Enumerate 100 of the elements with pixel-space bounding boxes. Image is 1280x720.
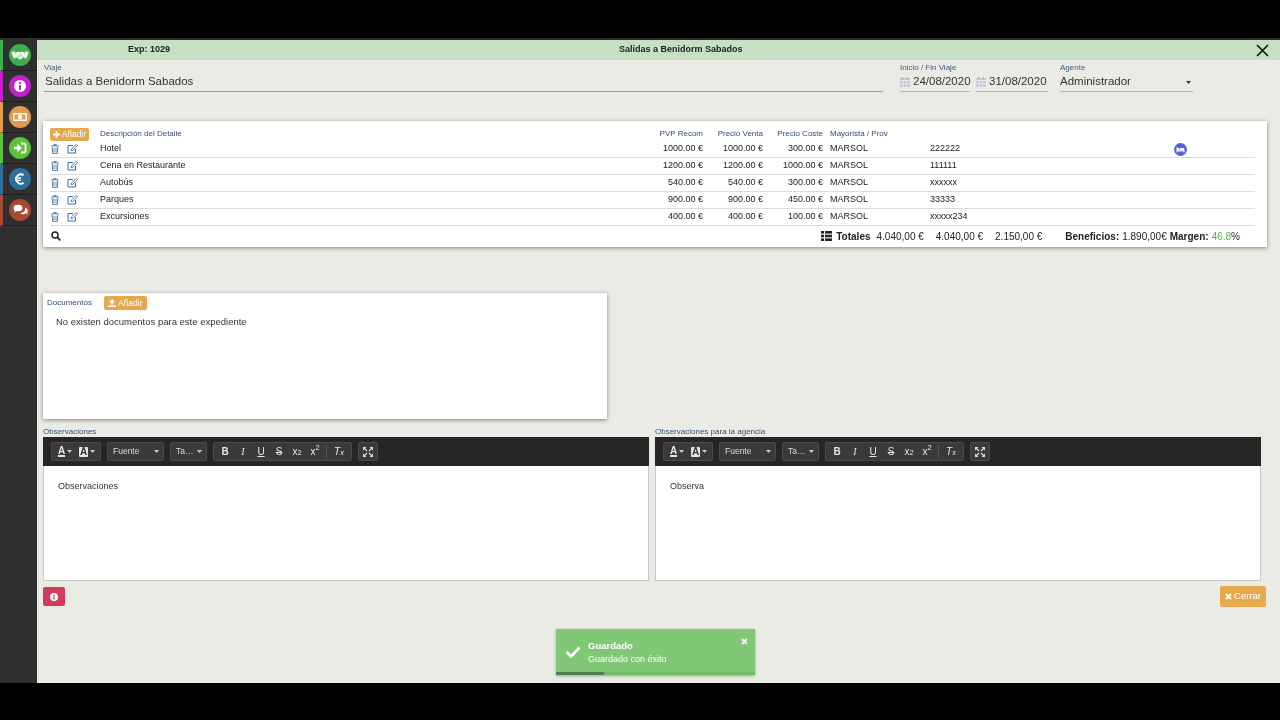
table-cell-text: xxxxx234: [930, 210, 969, 224]
close-icon[interactable]: [1256, 43, 1269, 57]
table-cell-text: 300.00 €: [786, 142, 823, 156]
editor-label: Observaciones: [43, 426, 98, 437]
superscript-button[interactable]: x$^{2}$: [918, 443, 936, 460]
subscript-button[interactable]: x$_{2}$: [288, 443, 306, 460]
table-cell-text: xxxxxx: [930, 176, 958, 190]
table-cell-text: 540.00 €: [726, 176, 763, 190]
table-cell-text: 300.00 €: [786, 176, 823, 190]
caret-icon: [766, 450, 771, 453]
superscript-button[interactable]: x$^{2}$: [306, 443, 324, 460]
edit-icon[interactable]: [67, 178, 78, 188]
table-cell-text: 1000.00 €: [721, 142, 763, 156]
caret-icon: [197, 450, 202, 453]
italic-button[interactable]: I: [234, 443, 252, 460]
profit-value: 1.890,00€: [1122, 229, 1167, 244]
table-cell-text: 900.00 €: [666, 193, 703, 207]
edit-icon[interactable]: [67, 195, 78, 205]
totals-label: Totales: [836, 229, 871, 244]
toolbar-dropdown[interactable]: Fuente: [719, 442, 776, 461]
table-cell-text: 1200.00 €: [661, 159, 703, 173]
close-icon: [1225, 593, 1233, 600]
clear-format-button[interactable]: T$_{x}$: [329, 443, 349, 460]
underline-button[interactable]: U: [252, 443, 270, 460]
plus-icon: [52, 130, 60, 138]
documents-title: Documentos: [47, 297, 92, 309]
table-cell-text: 900.00 €: [726, 193, 763, 207]
toolbar-dropdown[interactable]: Ta…: [782, 442, 819, 461]
calendar-icon: [976, 77, 986, 87]
edit-icon[interactable]: [67, 144, 78, 154]
empty-message: No existen documentos para este expediente: [56, 315, 248, 329]
text-color-button[interactable]: A: [666, 443, 688, 460]
caret-icon: [1186, 80, 1191, 84]
bold-button[interactable]: B: [216, 443, 234, 460]
strikethrough-button[interactable]: S: [882, 443, 900, 460]
underline-button[interactable]: U: [864, 443, 882, 460]
table-cell-text: 33333: [930, 193, 957, 207]
info-button[interactable]: [43, 587, 65, 606]
edit-icon[interactable]: [67, 212, 78, 222]
field-label: Agente: [1060, 63, 1087, 73]
toast-message: Guardado con éxito: [588, 654, 667, 665]
trip-name-field[interactable]: Salidas a Benidorm Sabados: [44, 73, 883, 92]
background-color-button[interactable]: A: [688, 443, 710, 460]
bold-button[interactable]: B: [828, 443, 846, 460]
field-label: Inicio / Fin Viaje: [900, 63, 958, 73]
margin-label: Margen:: [1169, 229, 1209, 244]
column-header: Precio Venta: [716, 128, 763, 140]
toast-title: Guardado: [588, 640, 634, 651]
table-cell-text: MARSOL: [829, 176, 869, 190]
table-cell-text: 111111: [930, 159, 958, 173]
info-icon: [50, 592, 58, 601]
table-cell-text: Parques: [100, 193, 135, 207]
strikethrough-button[interactable]: S: [270, 443, 288, 460]
maximize-icon[interactable]: [975, 446, 985, 457]
trash-icon[interactable]: [51, 178, 59, 188]
trash-icon[interactable]: [51, 212, 59, 222]
trash-icon[interactable]: [51, 144, 59, 154]
table-cell-text: 400.00 €: [726, 210, 763, 224]
table-cell-text: 1000.00 €: [661, 142, 703, 156]
agent-select[interactable]: Administrador: [1060, 73, 1193, 92]
text-color-button[interactable]: A: [54, 443, 76, 460]
list-icon: [821, 231, 833, 241]
total-value: 2.150,00 €: [995, 229, 1043, 244]
table-cell-text: 1000.00 €: [781, 159, 823, 173]
editor-content-field[interactable]: Observa: [655, 466, 1261, 581]
table-cell-text: Autobús: [100, 176, 135, 190]
trash-icon[interactable]: [51, 195, 59, 205]
table-cell-text: MARSOL: [829, 142, 869, 156]
window-title: Salidas a Benidorm Sabados: [619, 43, 743, 57]
editor-label: Observaciones para la agencia: [655, 426, 767, 437]
edit-icon[interactable]: [67, 161, 78, 171]
toolbar-dropdown[interactable]: Ta…: [170, 442, 207, 461]
profit-label: Beneficios:: [1065, 229, 1120, 244]
editor-content-field[interactable]: Observaciones: [43, 466, 649, 581]
total-value: 4.040,00 €: [935, 229, 984, 244]
margin-unit: %: [1231, 229, 1240, 244]
table-cell-text: 222222: [930, 142, 962, 156]
search-icon[interactable]: [51, 231, 61, 241]
subscript-button[interactable]: x$_{2}$: [900, 443, 918, 460]
trash-icon[interactable]: [51, 161, 59, 171]
background-color-button[interactable]: A: [76, 443, 98, 460]
maximize-icon[interactable]: [363, 446, 373, 457]
table-cell-text: 450.00 €: [786, 193, 823, 207]
toolbar-dropdown[interactable]: Fuente: [107, 442, 164, 461]
column-header: Precio Coste: [776, 128, 823, 140]
table-cell-text: Excursiones: [100, 210, 151, 224]
clear-format-button[interactable]: T$_{x}$: [941, 443, 961, 460]
date-field[interactable]: 24/08/2020: [900, 73, 970, 92]
column-header: PVP Recom: [658, 128, 703, 140]
caret-icon: [90, 450, 96, 453]
italic-button[interactable]: I: [846, 443, 864, 460]
table-cell-text: 1200.00 €: [721, 159, 763, 173]
expediente-number: Exp: 1029: [127, 43, 172, 57]
table-cell-text: MARSOL: [829, 210, 869, 224]
date-field[interactable]: 31/08/2020: [976, 73, 1048, 92]
table-cell-text: MARSOL: [829, 193, 869, 207]
caret-icon: [702, 450, 708, 453]
table-cell-text: MARSOL: [829, 159, 869, 173]
caret-icon: [679, 450, 685, 453]
table-cell-text: Hotel: [100, 142, 122, 156]
